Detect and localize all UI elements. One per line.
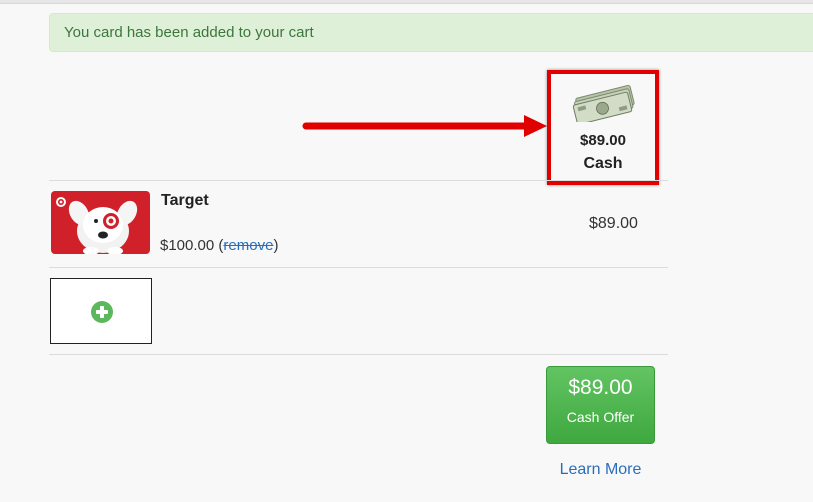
- card-value: $100.00: [160, 237, 215, 254]
- cash-summary-highlight: $89.00 Cash: [547, 70, 659, 185]
- offer-label: Cash Offer: [566, 409, 635, 425]
- remove-link[interactable]: remove: [223, 237, 273, 254]
- success-alert: You card has been added to your cart: [49, 13, 813, 52]
- divider: [49, 180, 668, 181]
- top-rule: [0, 0, 813, 4]
- card-offer-amount: $89.00: [589, 215, 638, 232]
- divider: [49, 354, 668, 355]
- card-name: Target: [161, 192, 209, 209]
- divider: [49, 267, 668, 268]
- add-card-button[interactable]: [50, 278, 152, 344]
- cash-amount: $89.00: [580, 132, 626, 149]
- plus-circle-icon: [91, 301, 113, 323]
- learn-more-link[interactable]: Learn More: [546, 461, 655, 479]
- offer-amount: $89.00: [568, 376, 633, 399]
- money-stack-icon: [572, 84, 635, 122]
- target-gift-card-image: [51, 191, 150, 254]
- remove-close-paren: ): [273, 237, 279, 254]
- card-value-line: $100.00 (remove): [160, 237, 278, 254]
- cash-offer-button[interactable]: $89.00 Cash Offer: [546, 366, 655, 444]
- alert-message: You card has been added to your cart: [64, 24, 314, 41]
- red-arrow-annotation: [302, 115, 547, 137]
- cash-label: Cash: [583, 155, 623, 172]
